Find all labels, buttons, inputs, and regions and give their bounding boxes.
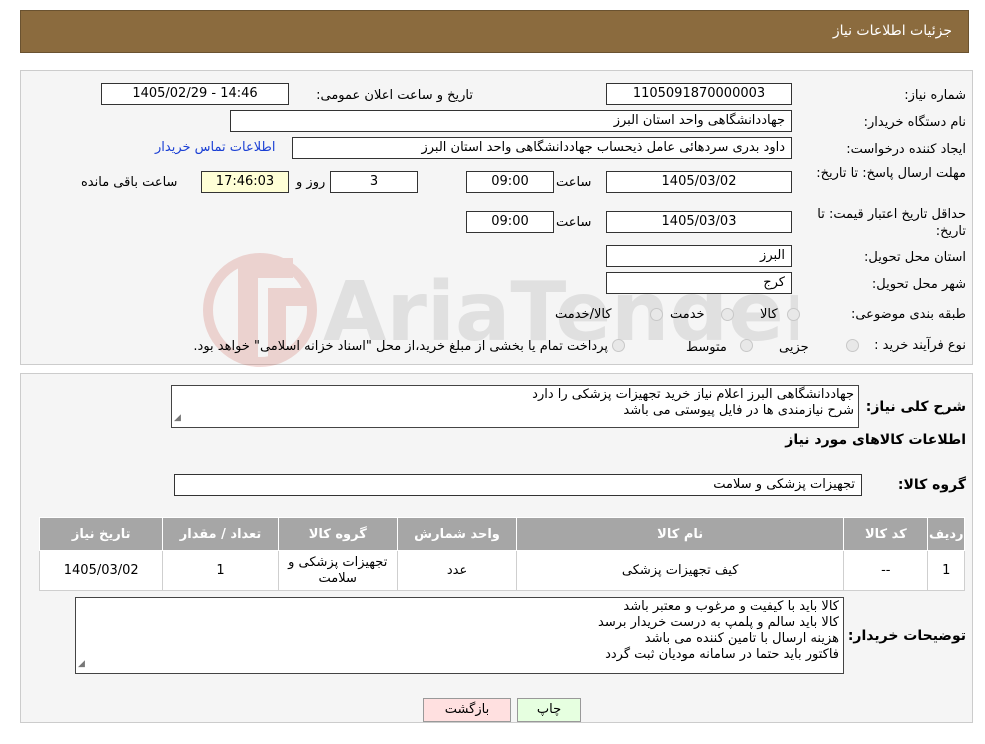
category-option-goods: کالا [760,307,778,322]
buyer-notes-label: توضیحات خریدار: [847,628,966,644]
category-radio-goods-service[interactable] [650,308,663,321]
buyer-org-field: جهاددانشگاهی واحد استان البرز [230,110,792,132]
buyer-contact-link[interactable]: اطلاعات تماس خریدار [155,140,275,155]
table-header-row: ردیف کد کالا نام کالا واحد شمارش گروه کا… [38,517,965,551]
category-label: طبقه بندی موضوعی: [850,307,966,322]
buyer-note-line: کالا باید سالم و پلمپ به درست خریدار برس… [598,615,839,630]
col-unit: واحد شمارش [396,517,518,551]
process-radio-medium[interactable] [740,339,753,352]
buyer-notes-textarea[interactable]: کالا باید با کیفیت و مرغوب و معتبر باشد … [75,597,844,674]
col-date: تاریخ نیاز [38,517,164,551]
category-option-service: خدمت [670,307,705,322]
print-button[interactable]: چاپ [517,698,581,722]
deadline-time-label: ساعت [556,175,592,190]
resize-handle-icon[interactable]: ◢ [78,656,85,672]
goods-group-field: تجهیزات پزشکی و سلامت [174,474,862,496]
col-group: گروه کالا [277,517,398,551]
process-radio-minor[interactable] [846,339,859,352]
requester-field: داود بدری سردهائی عامل ذیحساب جهاددانشگا… [292,137,792,159]
goods-table: ردیف کد کالا نام کالا واحد شمارش گروه کا… [38,517,965,591]
deadline-date-field: 1405/03/02 [606,171,792,193]
validity-time-field: 09:00 [466,211,554,233]
page-header: جزئیات اطلاعات نیاز [20,10,969,53]
cell-date: 1405/03/02 [38,550,164,591]
cell-name: کیف تجهیزات پزشکی [516,550,845,591]
buyer-org-label: نام دستگاه خریدار: [863,115,966,130]
goods-group-label: گروه کالا: [897,477,966,493]
page-title: جزئیات اطلاعات نیاز [832,23,952,39]
goods-section-title: اطلاعات کالاهای مورد نیاز [785,432,966,448]
table-row: 1 -- کیف تجهیزات پزشکی عدد تجهیزات پزشکی… [38,550,965,591]
validity-time-label: ساعت [556,215,592,230]
process-option-minor: جزیی [779,340,809,355]
province-label: استان محل تحویل: [864,250,966,265]
summary-line-2: شرح نیازمندی ها در فایل پیوستی می باشد [623,403,854,418]
city-label: شهر محل تحویل: [871,277,966,292]
deadline-time-field: 09:00 [466,171,554,193]
cell-code: -- [843,550,929,591]
need-number-field: 1105091870000003 [606,83,792,105]
summary-label: شرح کلی نیاز: [865,399,966,415]
announce-field: 1405/02/29 - 14:46 [101,83,289,105]
resize-handle-icon[interactable]: ◢ [174,410,181,426]
days-label: روز و [296,175,326,190]
category-radio-goods[interactable] [787,308,800,321]
summary-line-1: جهاددانشگاهی البرز اعلام نیاز خرید تجهیز… [532,387,854,402]
remaining-time-field: 17:46:03 [201,171,289,193]
validity-label: حداقل تاریخ اعتبار قیمت: تا تاریخ: [817,207,966,239]
cell-quantity: 1 [162,550,279,591]
process-option-medium: متوسط [686,340,727,355]
category-option-goods-service: کالا/خدمت [555,307,612,322]
cell-row: 1 [927,550,965,591]
category-radio-service[interactable] [721,308,734,321]
back-button[interactable]: بازگشت [423,698,511,722]
cell-group: تجهیزات پزشکی و سلامت [277,550,398,591]
need-number-label: شماره نیاز: [904,88,966,103]
buyer-note-line: فاکتور باید حتما در سامانه مودیان ثبت گر… [605,647,839,662]
col-row: ردیف [927,517,965,551]
col-code: کد کالا [843,517,929,551]
process-note: پرداخت تمام یا بخشی از مبلغ خرید،از محل … [193,339,608,354]
requester-label: ایجاد کننده درخواست: [846,142,966,157]
process-radio-treasury[interactable] [612,339,625,352]
summary-textarea[interactable]: جهاددانشگاهی البرز اعلام نیاز خرید تجهیز… [171,385,859,428]
process-label: نوع فرآیند خرید : [874,338,966,353]
validity-date-field: 1405/03/03 [606,211,792,233]
days-field: 3 [330,171,418,193]
cell-unit: عدد [396,550,518,591]
col-name: نام کالا [516,517,845,551]
col-quantity: تعداد / مقدار [162,517,279,551]
buyer-note-line: کالا باید با کیفیت و مرغوب و معتبر باشد [623,599,839,614]
remaining-label: ساعت باقی مانده [81,175,178,190]
buyer-note-line: هزینه ارسال با تامین کننده می باشد [644,631,839,646]
province-field: البرز [606,245,792,267]
deadline-label: مهلت ارسال پاسخ: تا تاریخ: [816,166,966,181]
city-field: کرج [606,272,792,294]
announce-label: تاریخ و ساعت اعلان عمومی: [316,88,473,103]
